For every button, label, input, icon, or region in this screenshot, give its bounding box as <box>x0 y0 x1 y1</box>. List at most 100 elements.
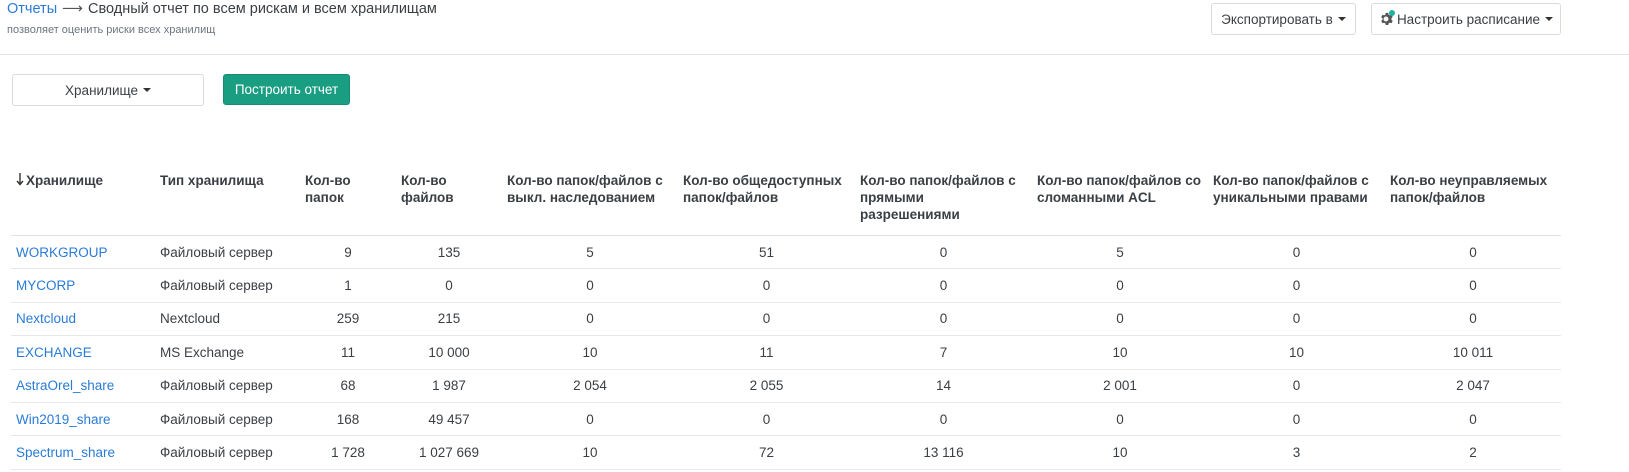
cell-count: 0 <box>855 268 1032 303</box>
cell-count: 14 <box>855 369 1032 403</box>
column-header-label: Кол-во общедоступных папок/файлов <box>683 173 842 205</box>
sort-down-arrow-icon <box>16 172 24 189</box>
table-row: Win2019_share Файловый сервер 168 49 457 0 0 0… <box>11 402 1561 437</box>
cell-count: 2 047 <box>1385 369 1561 403</box>
column-header-6[interactable]: Кол-во папок/файлов с прямыми разрешения… <box>855 160 1032 236</box>
cell-count: 10 <box>1032 335 1208 370</box>
export-dropdown-button[interactable]: Экспортировать в <box>1211 3 1356 35</box>
cell-storage-name: Win2019_share <box>11 402 155 437</box>
storage-link[interactable]: MYCORP <box>16 278 75 293</box>
cell-count: 7 <box>855 335 1032 370</box>
table-header-row: Хранилище Тип хранилища Кол-во папок Кол-во… <box>11 160 1561 236</box>
breadcrumb-arrow: ⟶ <box>62 1 83 17</box>
cell-count: 2 001 <box>1032 369 1208 403</box>
cell-storage-name: WORKGROUP <box>11 235 155 270</box>
chevron-down-icon <box>142 88 151 92</box>
cell-storage-type: Файловый сервер <box>155 369 300 403</box>
column-header-9[interactable]: Кол-во неуправляемых папок/файлов <box>1385 160 1561 236</box>
column-header-7[interactable]: Кол-во папок/файлов со сломанными ACL <box>1032 160 1208 236</box>
storage-filter-dropdown[interactable]: Хранилище <box>12 74 204 106</box>
column-header-label: Кол-во файлов <box>401 173 454 205</box>
cell-count: 1 <box>300 268 396 303</box>
cell-count: 0 <box>1385 302 1561 337</box>
storage-link[interactable]: Nextcloud <box>16 311 76 326</box>
cell-count: 215 <box>396 302 502 337</box>
cell-count: 51 <box>678 235 855 270</box>
cell-count: 168 <box>300 402 396 437</box>
column-header-label: Кол-во папок/файлов с прямыми разрешения… <box>860 173 1016 222</box>
cell-storage-type: Nextcloud <box>155 302 300 337</box>
cell-count: 10 011 <box>1385 335 1561 370</box>
cell-storage-type: Файловый сервер <box>155 235 300 270</box>
column-header-label: Кол-во папок/файлов с выкл. наследование… <box>507 173 663 205</box>
cell-count: 1 987 <box>396 369 502 403</box>
cell-count: 0 <box>678 268 855 303</box>
storage-link[interactable]: WORKGROUP <box>16 245 108 260</box>
cell-count: 10 <box>1032 435 1208 470</box>
breadcrumb-reports-link[interactable]: Отчеты <box>7 1 57 17</box>
cell-count: 10 000 <box>396 335 502 370</box>
cell-count: 3 <box>1208 435 1385 470</box>
column-header-0[interactable]: Хранилище <box>11 160 155 236</box>
column-header-8[interactable]: Кол-во папок/файлов с уникальными правам… <box>1208 160 1385 236</box>
cell-count: 13 116 <box>855 435 1032 470</box>
column-header-4[interactable]: Кол-во папок/файлов с выкл. наследование… <box>502 160 678 236</box>
cell-count: 10 <box>1208 335 1385 370</box>
cell-count: 5 <box>502 235 678 270</box>
cell-count: 68 <box>300 369 396 403</box>
column-header-5[interactable]: Кол-во общедоступных папок/файлов <box>678 160 855 236</box>
cell-count: 135 <box>396 235 502 270</box>
cell-count: 0 <box>396 268 502 303</box>
column-header-3[interactable]: Кол-во файлов <box>396 160 502 236</box>
cell-count: 0 <box>1208 302 1385 337</box>
cell-count: 9 <box>300 235 396 270</box>
chevron-down-icon <box>1337 17 1346 21</box>
cell-count: 0 <box>678 402 855 437</box>
column-header-label: Хранилище <box>26 173 103 188</box>
table-row: Nextcloud Nextcloud 259 215 0 0 0 0 0 0 <box>11 302 1561 337</box>
storage-filter-label: Хранилище <box>65 82 138 98</box>
cell-count: 0 <box>855 235 1032 270</box>
cell-storage-name: MYCORP <box>11 268 155 303</box>
cell-storage-type: MS Exchange <box>155 335 300 370</box>
cell-storage-name: AstraOrel_share <box>11 369 155 403</box>
column-header-1[interactable]: Тип хранилища <box>155 160 300 236</box>
cell-storage-type: Файловый сервер <box>155 268 300 303</box>
page-header: Отчеты ⟶ Сводный отчет по всем рискам и … <box>0 0 1629 55</box>
chevron-down-icon <box>1545 17 1554 21</box>
storage-link[interactable]: Spectrum_share <box>16 445 115 460</box>
column-header-label: Кол-во неуправляемых папок/файлов <box>1390 173 1548 205</box>
cell-count: 49 457 <box>396 402 502 437</box>
cell-count: 0 <box>1208 235 1385 270</box>
cell-count: 0 <box>855 302 1032 337</box>
cell-storage-type: Файловый сервер <box>155 402 300 437</box>
storage-link[interactable]: AstraOrel_share <box>16 378 114 393</box>
cell-count: 11 <box>300 335 396 370</box>
build-report-button[interactable]: Построить отчет <box>223 74 350 105</box>
cell-count: 0 <box>1032 402 1208 437</box>
column-header-label: Кол-во папок <box>305 173 351 205</box>
report-title: Сводный отчет по всем рискам и всем хран… <box>87 1 437 17</box>
cell-count: 1 728 <box>300 435 396 470</box>
column-header-label: Кол-во папок/файлов со сломанными ACL <box>1037 173 1201 205</box>
report-subtitle: позволяет оценить риски всех хранилищ <box>7 24 216 36</box>
cell-count: 10 <box>502 335 678 370</box>
column-header-label: Кол-во папок/файлов с уникальными правам… <box>1213 173 1369 205</box>
table-row: Spectrum_share Файловый сервер 1 728 1 027 … <box>11 435 1561 470</box>
schedule-dropdown-button[interactable]: Настроить расписание <box>1371 3 1561 35</box>
cell-storage-type: Файловый сервер <box>155 435 300 470</box>
cell-count: 0 <box>678 302 855 337</box>
column-header-2[interactable]: Кол-во папок <box>300 160 396 236</box>
cell-count: 0 <box>1032 268 1208 303</box>
cell-count: 10 <box>502 435 678 470</box>
storage-link[interactable]: EXCHANGE <box>16 345 92 360</box>
cell-count: 259 <box>300 302 396 337</box>
storage-link[interactable]: Win2019_share <box>16 412 111 427</box>
cell-count: 11 <box>678 335 855 370</box>
notification-dot <box>1388 10 1395 16</box>
cell-count: 0 <box>1208 402 1385 437</box>
gear-icon <box>1379 10 1395 26</box>
cell-storage-name: Nextcloud <box>11 302 155 337</box>
cell-count: 0 <box>855 402 1032 437</box>
report-table: Хранилище Тип хранилища Кол-во папок Кол-во… <box>11 160 1561 470</box>
